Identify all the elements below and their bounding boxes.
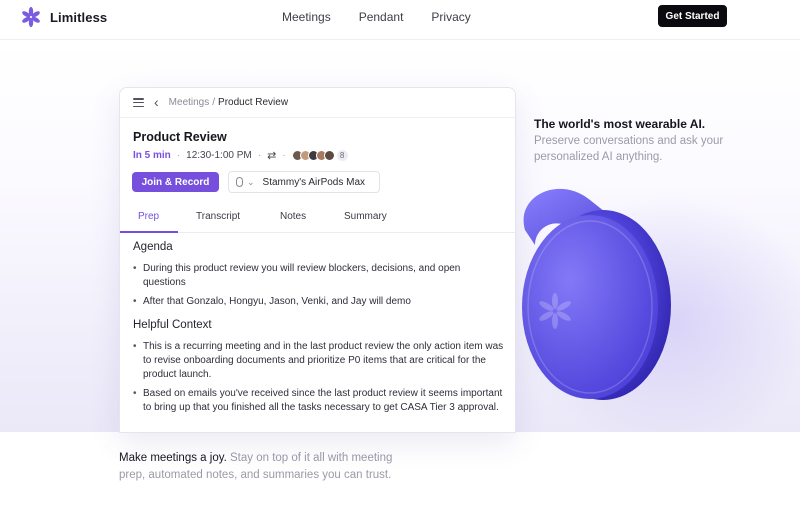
asterisk-logo-icon (22, 6, 40, 28)
starts-in-label: In 5 min (133, 150, 171, 161)
pendant-device-image (505, 175, 675, 410)
attendee-count-badge: 8 (336, 150, 348, 161)
nav-link-meetings[interactable]: Meetings (282, 10, 331, 24)
breadcrumb: Meetings / Product Review (168, 97, 289, 108)
list-item: During this product review you will revi… (133, 262, 505, 290)
meeting-title: Product Review (133, 130, 227, 144)
time-range: 12:30-1:00 PM (186, 150, 252, 161)
chevron-left-icon[interactable]: ‹ (154, 95, 159, 109)
nav-link-pendant[interactable]: Pendant (359, 10, 404, 24)
context-list: This is a recurring meeting and in the l… (133, 340, 505, 415)
microphone-icon (236, 177, 243, 187)
breadcrumb-current: Product Review (218, 97, 289, 108)
audio-device-label: Stammy's AirPods Max (262, 176, 366, 188)
list-item: Based on emails you've received since th… (133, 387, 505, 415)
list-item: After that Gonzalo, Hongyu, Jason, Venki… (133, 295, 505, 309)
agenda-list: During this product review you will revi… (133, 262, 505, 309)
tab-notes[interactable]: Notes (280, 211, 306, 222)
attendee-avatars[interactable]: 8 (291, 150, 348, 161)
feature-heading: Make meetings a joy. (119, 452, 227, 464)
tab-transcript[interactable]: Transcript (196, 211, 240, 222)
prep-content: Agenda During this product review you wi… (133, 241, 505, 420)
brand-name: Limitless (50, 9, 108, 25)
meeting-card: ‹ Meetings / Product Review Product Review… (119, 87, 516, 433)
nav-link-privacy[interactable]: Privacy (431, 10, 470, 24)
join-and-record-button[interactable]: Join & Record (132, 172, 219, 192)
meeting-meta: In 5 min · 12:30-1:00 PM · ⇄ · 8 (133, 149, 348, 162)
hamburger-menu-icon[interactable] (133, 98, 144, 107)
list-item: This is a recurring meeting and in the l… (133, 340, 505, 382)
active-tab-indicator (120, 231, 178, 233)
tab-prep[interactable]: Prep (138, 211, 159, 222)
chevron-down-icon: ⌄ (247, 176, 255, 187)
helpful-context-heading: Helpful Context (133, 319, 212, 331)
agenda-heading: Agenda (133, 241, 173, 253)
repeat-icon: ⇄ (267, 150, 277, 162)
tab-summary[interactable]: Summary (344, 211, 387, 222)
nav-links: Meetings Pendant Privacy (282, 10, 471, 24)
audio-device-select[interactable]: ⌄ Stammy's AirPods Max (228, 171, 380, 193)
avatar (323, 150, 335, 161)
get-started-button[interactable]: Get Started (658, 5, 727, 27)
meeting-tabs: Prep Transcript Notes Summary (120, 206, 515, 233)
tagline-heading: The world's most wearable AI. (534, 117, 706, 131)
breadcrumb-parent[interactable]: Meetings (169, 97, 210, 108)
brand-logo[interactable]: Limitless (20, 6, 107, 28)
top-nav: Limitless Meetings Pendant Privacy Get S… (0, 0, 800, 40)
tagline-subtext: Preserve conversations and ask your pers… (534, 135, 724, 163)
meetings-feature-copy: Make meetings a joy. Stay on top of it a… (119, 450, 399, 484)
pendant-tagline: The world's most wearable AI. Preserve c… (534, 117, 774, 165)
card-header-bar: ‹ Meetings / Product Review (120, 88, 515, 118)
